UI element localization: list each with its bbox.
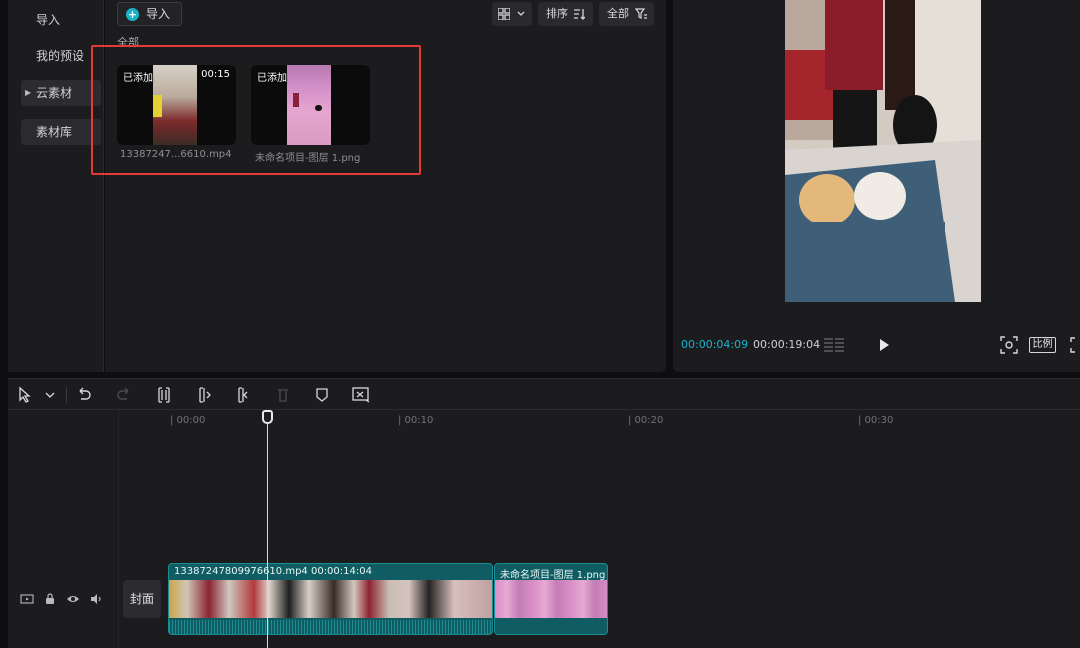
nav-my-presets[interactable]: 我的预设: [21, 43, 101, 69]
play-icon[interactable]: [877, 338, 891, 352]
preview-panel: 00:00:04:09 00:00:19:04 比例: [673, 0, 1080, 372]
nav-asset-library[interactable]: 素材库: [21, 119, 101, 145]
lock-icon[interactable]: [43, 592, 57, 606]
highlight-box: [91, 45, 421, 175]
playhead-handle[interactable]: [262, 410, 273, 424]
clip-waveform: [169, 620, 492, 634]
nav-import[interactable]: 导入: [21, 7, 101, 33]
sort-icon: [574, 9, 585, 20]
filter-label: 全部: [607, 7, 629, 20]
grid-icon: [498, 8, 510, 20]
chevron-down-icon: [517, 11, 525, 16]
trim-right-icon[interactable]: [233, 385, 253, 405]
timeline-clip-video[interactable]: 13387247809976610.mp4 00:00:14:04: [168, 563, 493, 635]
undo-icon[interactable]: [74, 385, 94, 405]
filter-icon: [635, 8, 647, 19]
sort-button[interactable]: 排序: [538, 2, 593, 26]
fullscreen-focus-icon[interactable]: [1000, 336, 1018, 354]
sort-label: 排序: [546, 7, 568, 20]
preview-video-frame: [785, 0, 981, 302]
ruler-tick: | 00:00: [170, 415, 206, 426]
toolbar-separator: [66, 387, 67, 403]
ruler-tick: | 00:10: [398, 415, 434, 426]
trim-left-icon[interactable]: [194, 385, 214, 405]
ruler-tick: | 00:30: [858, 415, 894, 426]
clip-frames: [495, 580, 607, 618]
import-button-label: 导入: [146, 7, 171, 21]
left-nav: 导入 我的预设 ▶ 云素材 素材库: [8, 0, 104, 372]
ratio-button[interactable]: 比例: [1029, 337, 1056, 353]
filter-button[interactable]: 全部: [599, 2, 654, 26]
freeze-frame-icon[interactable]: [351, 385, 371, 405]
timeline-panel: | 00:00 | 00:10 | 00:20 | 00:30 封面 13387…: [8, 378, 1080, 648]
clip-label: 13387247809976610.mp4 00:00:14:04: [174, 566, 372, 577]
timecode-menu-icon[interactable]: [823, 337, 845, 353]
nav-cloud-assets[interactable]: ▶ 云素材: [21, 80, 101, 106]
redo-icon[interactable]: [114, 385, 134, 405]
track-header-column: [8, 410, 119, 648]
ruler-tick: | 00:20: [628, 415, 664, 426]
clip-label: 未命名项目-图层 1.png: [500, 570, 606, 581]
expand-icon[interactable]: [1070, 337, 1080, 353]
clip-frames: [169, 580, 492, 618]
view-mode-button[interactable]: [492, 2, 532, 26]
timeline-clip-image[interactable]: 未命名项目-图层 1.png: [494, 563, 608, 635]
split-icon[interactable]: [154, 385, 174, 405]
total-timecode: 00:00:19:04: [753, 338, 821, 351]
select-tool-icon[interactable]: [16, 385, 36, 405]
preview-scene: [785, 0, 981, 302]
delete-icon[interactable]: [273, 385, 293, 405]
track-video-icon[interactable]: [20, 592, 34, 606]
playhead-line: [267, 419, 268, 648]
plus-icon: +: [126, 8, 139, 21]
audio-icon[interactable]: [89, 592, 103, 606]
cover-button[interactable]: 封面: [123, 580, 161, 618]
editor-window: 导入 我的预设 ▶ 云素材 素材库 + 导入 排序 全部 全部 已添加 00:1…: [0, 0, 1080, 648]
eye-icon[interactable]: [66, 592, 80, 606]
nav-cloud-label: 云素材: [36, 86, 73, 100]
current-timecode: 00:00:04:09: [681, 338, 749, 351]
caret-right-icon: ▶: [25, 88, 32, 97]
chevron-down-icon[interactable]: [40, 385, 60, 405]
clip-bottom-bar: [495, 620, 607, 634]
marker-icon[interactable]: [312, 385, 332, 405]
import-button[interactable]: + 导入: [117, 2, 182, 26]
